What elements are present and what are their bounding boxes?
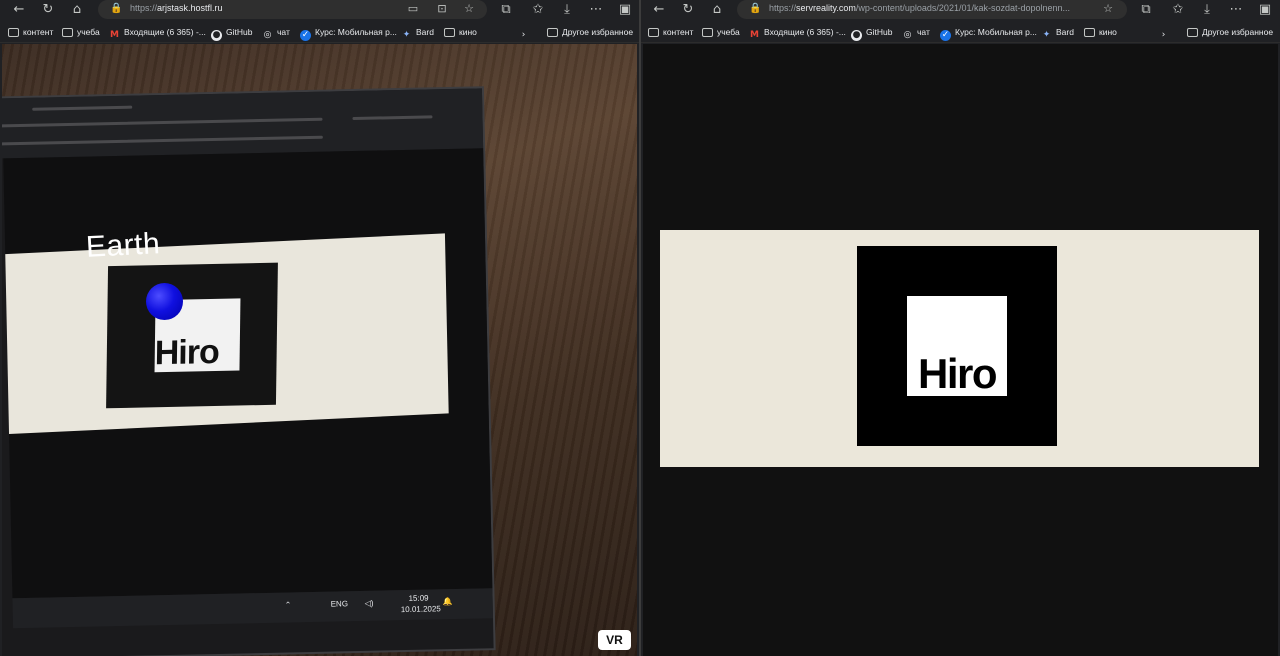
- bookmark-chat[interactable]: ◎ чат: [262, 26, 290, 40]
- back-icon[interactable]: ←: [11, 2, 27, 18]
- ar-earth-label: Earth: [85, 227, 162, 264]
- bookmark-chat[interactable]: ◎ чат: [902, 26, 930, 40]
- right-toolbar: ← ↻ ⌂ 🔒 https://servreality.com/wp-conte…: [641, 0, 1280, 20]
- course-icon: ✓: [940, 30, 951, 41]
- sidebar-toggle-icon[interactable]: ▣: [617, 2, 633, 18]
- bookmark-bard[interactable]: ✦ Bard: [1041, 26, 1074, 40]
- favorite-star-icon[interactable]: ☆: [1101, 2, 1115, 16]
- other-bookmarks[interactable]: Другое избранное: [1187, 26, 1273, 39]
- taskbar-date: 10.01.2025: [400, 604, 441, 615]
- bookmark-kino[interactable]: кино: [1084, 26, 1117, 39]
- folder-icon: [648, 28, 659, 37]
- screen-share-icon[interactable]: ⊡: [435, 2, 449, 16]
- right-bookmarks-bar: контент учеба M Входящие (6 365) -... ● Gi…: [641, 22, 1280, 43]
- favorites-icon[interactable]: ✩: [530, 2, 546, 18]
- chatgpt-icon: ◎: [903, 30, 912, 40]
- reload-icon[interactable]: ↻: [40, 2, 56, 18]
- folder-icon: [547, 28, 558, 37]
- extensions-icon[interactable]: ⧉: [1138, 2, 1154, 18]
- taskbar-bell-icon: 🔔: [442, 597, 453, 607]
- left-bookmarks-bar: контент учеба M Входящие (6 365) -... ● Gi…: [0, 22, 639, 43]
- hiro-marker-image-view: Hiro: [643, 44, 1278, 656]
- laptop-screen-photo: Hiro ⌃ ENG ◁) 15:09 10.01.2025 🔔: [2, 88, 494, 656]
- vr-button[interactable]: VR: [598, 630, 631, 650]
- bookmarks-overflow-chevron[interactable]: ›: [518, 26, 533, 40]
- folder-icon: [8, 28, 19, 37]
- folder-icon: [702, 28, 713, 37]
- favorites-icon[interactable]: ✩: [1170, 2, 1186, 18]
- left-toolbar: ← ↻ ⌂ 🔒 https://arjstask.hostfl.ru ▭ ⊡ ☆…: [0, 0, 639, 20]
- address-url: https://arjstask.hostfl.ru: [130, 3, 223, 13]
- gmail-icon: M: [750, 30, 759, 40]
- chevron-right-icon: ›: [1161, 30, 1166, 40]
- github-icon: ●: [211, 30, 222, 41]
- camera-icon[interactable]: ▭: [406, 2, 420, 16]
- taskbar-time: 15:09: [408, 593, 429, 603]
- bookmark-course[interactable]: ✓ Курс: Мобильная р...: [300, 26, 397, 41]
- home-icon[interactable]: ⌂: [709, 2, 725, 18]
- taskbar-lang: ENG: [330, 599, 349, 609]
- gmail-icon: M: [110, 30, 119, 40]
- lock-icon: 🔒: [749, 3, 762, 14]
- laptop-display: Hiro: [3, 148, 493, 599]
- laptop-browser-chrome: [2, 88, 484, 159]
- lock-icon: 🔒: [110, 3, 123, 14]
- more-menu-icon[interactable]: ⋯: [1228, 2, 1244, 18]
- bookmark-ucheba[interactable]: учеба: [62, 26, 100, 39]
- marker-image: Hiro: [660, 230, 1259, 467]
- address-url: https://servreality.com/wp-content/uploa…: [769, 3, 1071, 13]
- bookmark-ucheba[interactable]: учеба: [702, 26, 740, 39]
- bookmark-bard[interactable]: ✦ Bard: [401, 26, 434, 40]
- favorite-star-icon[interactable]: ☆: [462, 2, 476, 16]
- folder-icon: [62, 28, 73, 37]
- bookmark-kontent[interactable]: контент: [8, 26, 53, 39]
- sidebar-toggle-icon[interactable]: ▣: [1257, 2, 1273, 18]
- laptop-hiro-marker: Hiro: [106, 262, 278, 409]
- bookmark-github[interactable]: ● GitHub: [211, 26, 252, 41]
- bookmarks-overflow-chevron[interactable]: ›: [1158, 26, 1173, 40]
- course-icon: ✓: [300, 30, 311, 41]
- ar-camera-view[interactable]: Hiro ⌃ ENG ◁) 15:09 10.01.2025 🔔 Earth V…: [2, 44, 637, 656]
- bard-icon: ✦: [1042, 30, 1051, 40]
- address-bar[interactable]: 🔒 https://servreality.com/wp-content/upl…: [737, 0, 1127, 19]
- more-menu-icon[interactable]: ⋯: [588, 2, 604, 18]
- bookmark-course[interactable]: ✓ Курс: Мобильная р...: [940, 26, 1037, 41]
- left-browser-window: ← ↻ ⌂ 🔒 https://arjstask.hostfl.ru ▭ ⊡ ☆…: [0, 0, 639, 656]
- taskbar-chevron-icon: ⌃: [284, 600, 292, 610]
- home-icon[interactable]: ⌂: [69, 2, 85, 18]
- right-browser-window: ← ↻ ⌂ 🔒 https://servreality.com/wp-conte…: [641, 0, 1280, 656]
- bard-icon: ✦: [402, 30, 411, 40]
- hiro-marker-text: Hiro: [918, 350, 998, 397]
- bookmark-gmail[interactable]: M Входящие (6 365) -...: [109, 26, 206, 40]
- extensions-icon[interactable]: ⧉: [498, 2, 514, 18]
- other-bookmarks[interactable]: Другое избранное: [547, 26, 633, 39]
- bookmark-github[interactable]: ● GitHub: [851, 26, 892, 41]
- reload-icon[interactable]: ↻: [680, 2, 696, 18]
- bookmark-kontent[interactable]: контент: [648, 26, 693, 39]
- folder-icon: [444, 28, 455, 37]
- chevron-right-icon: ›: [521, 30, 526, 40]
- bookmark-gmail[interactable]: M Входящие (6 365) -...: [749, 26, 846, 40]
- downloads-icon[interactable]: ⤓: [1199, 2, 1215, 18]
- github-icon: ●: [851, 30, 862, 41]
- address-bar[interactable]: 🔒 https://arjstask.hostfl.ru ▭ ⊡ ☆: [98, 0, 487, 19]
- folder-icon: [1187, 28, 1198, 37]
- hiro-marker-border: Hiro: [857, 246, 1057, 446]
- chatgpt-icon: ◎: [263, 30, 272, 40]
- hiro-marker-inner: Hiro: [907, 296, 1007, 397]
- back-icon[interactable]: ←: [651, 2, 667, 18]
- ar-earth-sphere: [146, 283, 183, 320]
- folder-icon: [1084, 28, 1095, 37]
- downloads-icon[interactable]: ⤓: [559, 2, 575, 18]
- taskbar-speaker-icon: ◁): [364, 598, 374, 608]
- bookmark-kino[interactable]: кино: [444, 26, 477, 39]
